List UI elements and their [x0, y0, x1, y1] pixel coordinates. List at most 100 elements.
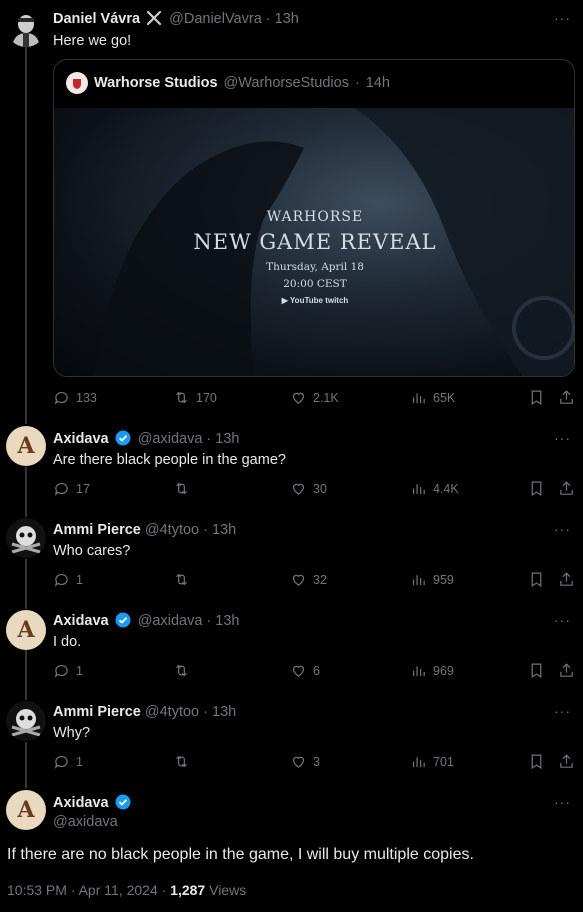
reply-icon — [54, 482, 68, 496]
avatar[interactable]: A — [6, 790, 46, 830]
reply-count: 1 — [76, 663, 83, 678]
more-options-icon[interactable]: ··· — [554, 703, 571, 719]
repost-button[interactable] — [173, 480, 196, 497]
more-options-icon[interactable]: ··· — [554, 430, 571, 446]
timestamp[interactable]: 13h — [215, 613, 239, 629]
tweet-reply[interactable]: Ammi Pierce @4tytoo · 13h ··· Who cares?… — [0, 512, 583, 604]
reply-button[interactable]: 1 — [53, 753, 83, 770]
repost-button[interactable] — [173, 662, 196, 679]
like-button[interactable]: 3 — [290, 753, 320, 770]
more-options-icon[interactable]: ··· — [554, 612, 571, 628]
author-name[interactable]: Ammi Pierce — [53, 704, 141, 720]
views-button[interactable]: 969 — [410, 662, 454, 679]
bookmark-icon — [531, 754, 542, 770]
reply-icon — [54, 755, 68, 769]
tweet-text: Here we go! — [53, 33, 132, 49]
timestamp[interactable]: 13h — [212, 704, 236, 720]
bookmark-button[interactable] — [528, 753, 545, 770]
tweet-text: Are there black people in the game? — [53, 452, 286, 468]
author-name[interactable]: Axidava — [53, 613, 109, 629]
tweet-daniel-vavra[interactable]: Daniel Vávra @DanielVavra · 13h ··· Here… — [0, 0, 583, 420]
timestamp[interactable]: 13h — [212, 522, 236, 538]
quote-tweet[interactable]: Warhorse Studios @WarhorseStudios · 14h … — [53, 59, 575, 377]
avatar[interactable] — [6, 518, 46, 558]
more-options-icon[interactable]: ··· — [554, 794, 571, 810]
bookmark-button[interactable] — [528, 480, 545, 497]
author-name[interactable]: Axidava — [53, 431, 109, 447]
reply-count: 1 — [76, 572, 83, 587]
reply-button[interactable]: 133 — [53, 389, 97, 406]
action-bar: 1 32 959 — [53, 571, 575, 591]
reply-count: 133 — [76, 390, 97, 405]
repost-button[interactable] — [173, 753, 196, 770]
views-count: 959 — [433, 572, 454, 587]
author-name[interactable]: Daniel Vávra — [53, 11, 140, 27]
timestamp[interactable]: 13h — [275, 11, 299, 27]
views-button[interactable]: 959 — [410, 571, 454, 588]
share-button[interactable] — [558, 480, 575, 497]
bookmark-button[interactable] — [528, 662, 545, 679]
avatar[interactable]: A — [6, 426, 46, 466]
like-button[interactable]: 6 — [290, 662, 320, 679]
repost-icon — [176, 755, 187, 768]
share-button[interactable] — [558, 753, 575, 770]
action-bar: 1 3 701 — [53, 753, 575, 773]
quote-author-handle[interactable]: @WarhorseStudios — [224, 75, 349, 91]
repost-icon — [176, 391, 187, 404]
avatar[interactable] — [6, 7, 46, 47]
author-handle[interactable]: @axidava — [138, 431, 203, 447]
reply-button[interactable]: 17 — [53, 480, 90, 497]
action-bar: 133 170 2.1K 65K — [53, 389, 575, 409]
views-icon — [412, 484, 425, 495]
quote-timestamp[interactable]: 14h — [366, 75, 390, 91]
views-button[interactable]: 701 — [410, 753, 454, 770]
reveal-time: 20:00 CEST — [283, 278, 347, 290]
reply-icon — [54, 573, 68, 587]
repost-icon — [176, 664, 187, 677]
bookmark-icon — [531, 481, 542, 497]
tweet-footer: 10:53 PM · Apr 11, 2024 · 1,287 Views — [7, 882, 246, 898]
more-options-icon[interactable]: ··· — [554, 10, 571, 26]
reply-count: 1 — [76, 754, 83, 769]
author-handle[interactable]: @DanielVavra — [169, 11, 262, 27]
repost-count: 170 — [196, 390, 217, 405]
reveal-image[interactable]: WARHORSE NEW GAME REVEAL Thursday, April… — [54, 108, 574, 376]
repost-icon — [176, 573, 187, 586]
avatar[interactable]: A — [6, 610, 46, 650]
tweet-reply[interactable]: A Axidava @axidava · 13h ··· I do. 1 6 9… — [0, 604, 583, 696]
repost-button[interactable]: 170 — [173, 389, 217, 406]
share-icon — [560, 390, 573, 404]
share-button[interactable] — [558, 571, 575, 588]
share-button[interactable] — [558, 389, 575, 406]
tweet-reply[interactable]: A Axidava @axidava · 13h ··· Are there b… — [0, 420, 583, 512]
author-name[interactable]: Ammi Pierce — [53, 522, 141, 538]
quote-author-name[interactable]: Warhorse Studios — [94, 75, 218, 91]
repost-button[interactable] — [173, 571, 196, 588]
share-button[interactable] — [558, 662, 575, 679]
like-button[interactable]: 2.1K — [290, 389, 339, 406]
views-button[interactable]: 65K — [410, 389, 455, 406]
like-count: 2.1K — [313, 390, 339, 405]
reply-button[interactable]: 1 — [53, 662, 83, 679]
tweet-reply[interactable]: Ammi Pierce @4tytoo · 13h ··· Why? 1 3 7… — [0, 696, 583, 788]
reply-icon — [54, 391, 68, 405]
verified-badge-icon — [115, 794, 131, 815]
reply-button[interactable]: 1 — [53, 571, 83, 588]
like-button[interactable]: 30 — [290, 480, 327, 497]
more-options-icon[interactable]: ··· — [554, 521, 571, 537]
bookmark-button[interactable] — [528, 571, 545, 588]
views-button[interactable]: 4.4K — [410, 480, 459, 497]
avatar[interactable] — [6, 701, 46, 741]
heart-icon — [292, 574, 305, 586]
author-handle[interactable]: @4tytoo — [145, 522, 199, 538]
main-timestamp[interactable]: 10:53 PM · Apr 11, 2024 · — [7, 882, 170, 898]
like-button[interactable]: 32 — [290, 571, 327, 588]
share-icon — [560, 481, 573, 495]
bookmark-button[interactable] — [528, 389, 545, 406]
author-handle[interactable]: @axidava — [53, 814, 118, 830]
author-handle[interactable]: @axidava — [138, 613, 203, 629]
views-label: Views — [205, 882, 247, 898]
timestamp[interactable]: 13h — [215, 431, 239, 447]
author-handle[interactable]: @4tytoo — [145, 704, 199, 720]
author-name[interactable]: Axidava — [53, 795, 109, 811]
